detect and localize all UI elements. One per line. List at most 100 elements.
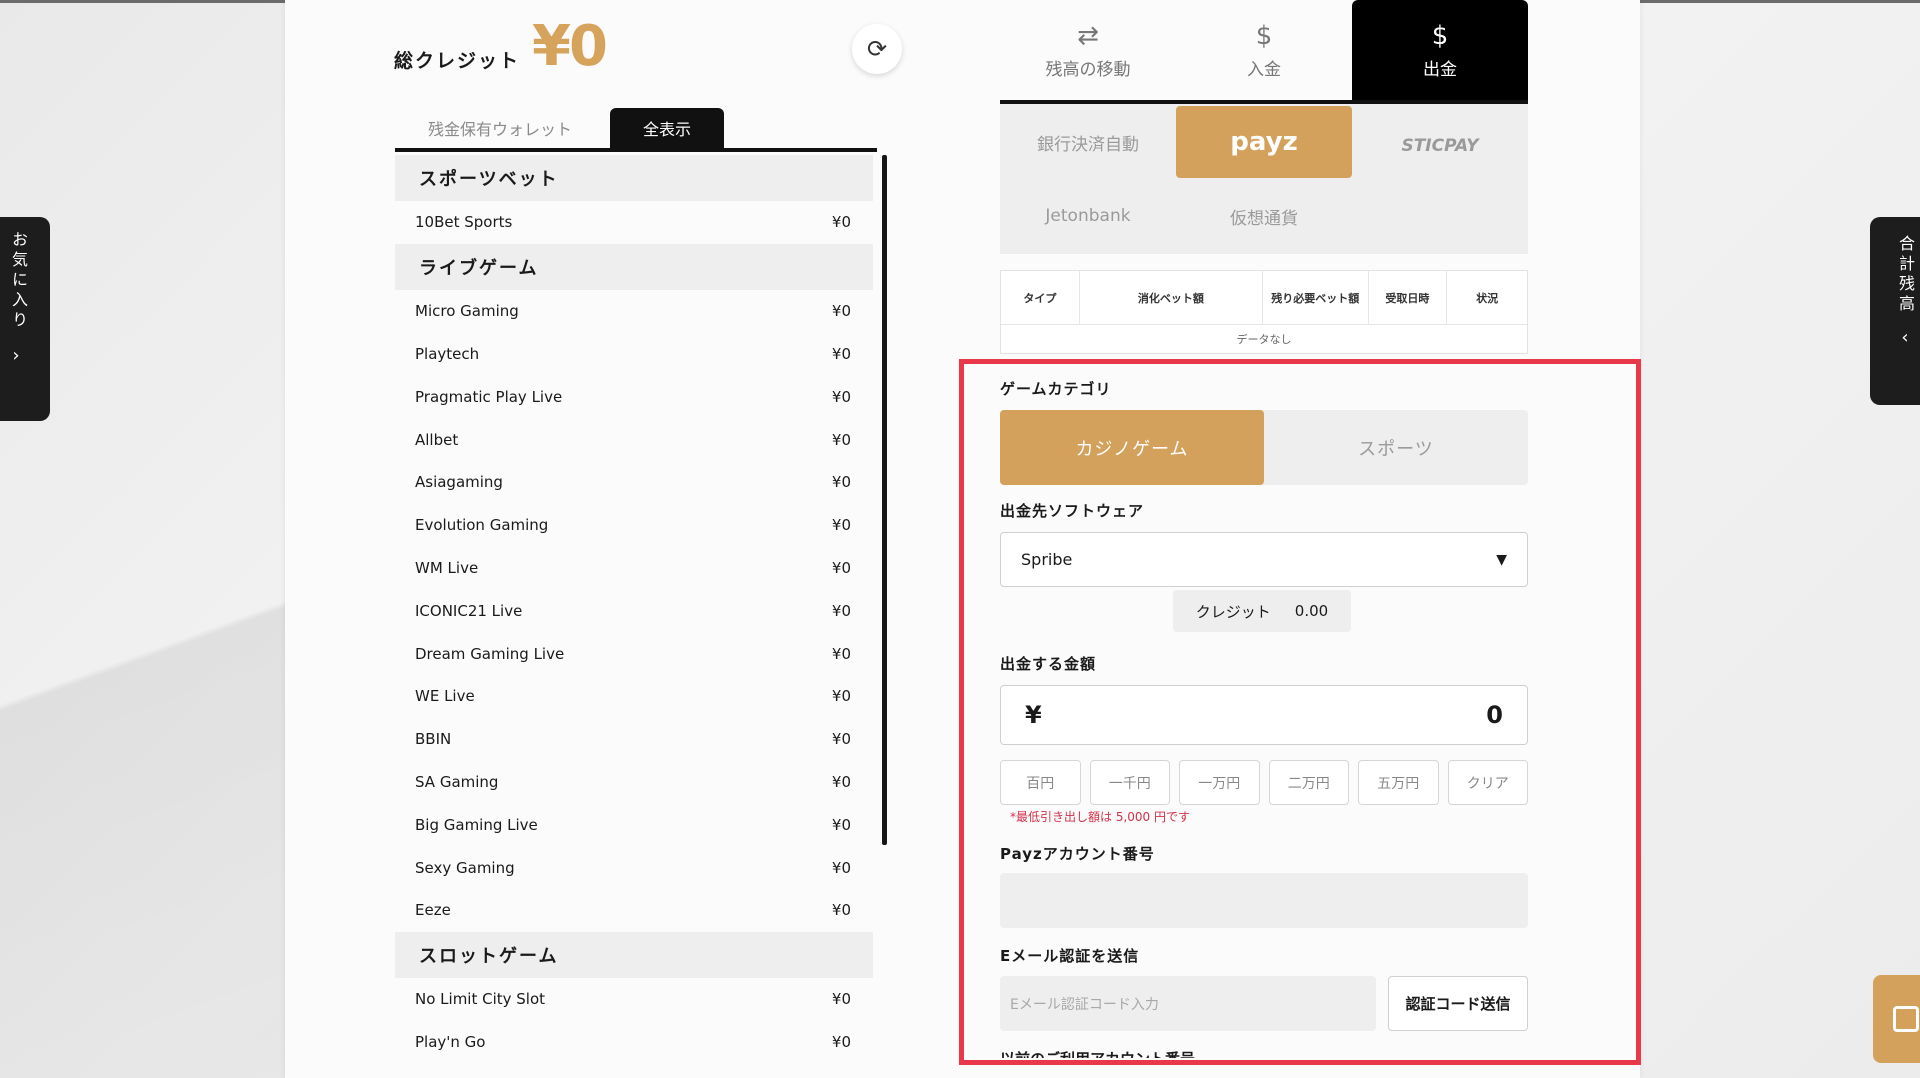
refresh-icon: ⟳ bbox=[866, 35, 888, 63]
provider-balance: ¥0 bbox=[831, 387, 851, 406]
list-item: Big Gaming Live ¥0 bbox=[395, 803, 873, 846]
list-item: BBIN ¥0 bbox=[395, 718, 873, 761]
software-label: 出金先ソフトウェア bbox=[1000, 502, 1145, 520]
list-item: Playtech ¥0 bbox=[395, 333, 873, 376]
provider-balance: ¥0 bbox=[831, 990, 851, 1009]
tab-withdraw[interactable]: $ 出金 bbox=[1352, 0, 1528, 100]
list-item: No Limit City Slot ¥0 bbox=[395, 978, 873, 1021]
total-balance-side-tab-label: 合計残高 bbox=[1896, 235, 1915, 315]
provider-balance: ¥0 bbox=[831, 815, 851, 834]
quick-20000-button[interactable]: 二万円 bbox=[1268, 760, 1349, 805]
provider-name: Asiagaming bbox=[415, 473, 503, 492]
list-item: Play'n Go ¥0 bbox=[395, 1021, 873, 1064]
provider-name: Playtech bbox=[415, 344, 480, 363]
quick-10000-button[interactable]: 一万円 bbox=[1179, 760, 1260, 805]
provider-balance: ¥0 bbox=[831, 558, 851, 577]
software-select-value: Spribe bbox=[1021, 550, 1073, 569]
provider-name: ICONIC21 Live bbox=[415, 601, 523, 620]
provider-balance: ¥0 bbox=[831, 473, 851, 492]
amount-label: 出金する金額 bbox=[1000, 655, 1097, 673]
amount-input[interactable]: ¥ 0 bbox=[1000, 685, 1528, 745]
tab-deposit-label: 入金 bbox=[1247, 59, 1281, 80]
list-item: 10Bet Sports ¥0 bbox=[395, 201, 873, 244]
provider-name: BBIN bbox=[415, 730, 452, 749]
amount-value: 0 bbox=[1486, 701, 1503, 729]
section-header-slots: スロットゲーム bbox=[395, 931, 873, 978]
credit-label: クレジット bbox=[1195, 602, 1271, 621]
list-item: WE Live ¥0 bbox=[395, 675, 873, 718]
provider-balance: ¥0 bbox=[831, 516, 851, 535]
total-credit-label: 総クレジット bbox=[394, 50, 521, 72]
quick-100-button[interactable]: 百円 bbox=[1000, 760, 1081, 805]
clear-button[interactable]: クリア bbox=[1447, 760, 1528, 805]
provider-balance: ¥0 bbox=[831, 772, 851, 791]
section-header-sports: スポーツベット bbox=[395, 155, 873, 201]
tab-withdraw-label: 出金 bbox=[1423, 59, 1457, 80]
list-item: Dream Gaming Live ¥0 bbox=[395, 632, 873, 675]
yen-icon: ¥ bbox=[1025, 701, 1042, 729]
quick-50000-button[interactable]: 五万円 bbox=[1358, 760, 1439, 805]
list-scrollbar[interactable] bbox=[882, 155, 887, 845]
wallet-filter-tabs: 残金保有ウォレット 全表示 bbox=[395, 108, 877, 152]
category-casino-button[interactable]: カジノゲーム bbox=[1000, 410, 1264, 485]
transfer-icon: ⇄ bbox=[1077, 20, 1099, 51]
list-item: ICONIC21 Live ¥0 bbox=[395, 589, 873, 632]
provider-name: WE Live bbox=[415, 687, 475, 706]
provider-name: 10Bet Sports bbox=[415, 213, 513, 232]
provider-balance: ¥0 bbox=[831, 730, 851, 749]
list-item: Sexy Gaming ¥0 bbox=[395, 846, 873, 889]
game-category-label: ゲームカテゴリ bbox=[1000, 380, 1112, 398]
provider-name: Sexy Gaming bbox=[415, 858, 515, 877]
software-credit-display: クレジット 0.00 bbox=[1173, 590, 1351, 632]
software-select[interactable]: Spribe ▼ bbox=[1000, 532, 1528, 587]
method-payz[interactable]: payz bbox=[1176, 106, 1352, 178]
tab-balance-transfer[interactable]: ⇄ 残高の移動 bbox=[1000, 0, 1176, 100]
method-crypto[interactable]: 仮想通貨 bbox=[1176, 180, 1352, 252]
tab-wallets-with-balance[interactable]: 残金保有ウォレット bbox=[395, 108, 605, 148]
chat-icon bbox=[1892, 1006, 1919, 1032]
withdraw-icon: $ bbox=[1431, 20, 1449, 51]
provider-balance: ¥0 bbox=[831, 430, 851, 449]
list-item: Eeze ¥0 bbox=[395, 889, 873, 932]
provider-name: Dream Gaming Live bbox=[415, 644, 565, 663]
tab-deposit[interactable]: $ 入金 bbox=[1176, 0, 1352, 100]
provider-name: SA Gaming bbox=[415, 772, 499, 791]
list-item: Pragmatic Play Live ¥0 bbox=[395, 375, 873, 418]
refresh-button[interactable]: ⟳ bbox=[852, 24, 902, 74]
payment-methods: 銀行決済自動 payz STICPAY Jetonbank 仮想通貨 bbox=[1000, 104, 1528, 254]
section-header-live: ライブゲーム bbox=[395, 243, 873, 290]
tab-show-all[interactable]: 全表示 bbox=[610, 108, 724, 148]
total-balance-side-tab[interactable]: 合計残高 ‹ bbox=[1870, 217, 1920, 405]
quick-1000-button[interactable]: 一千円 bbox=[1089, 760, 1170, 805]
method-bank-auto[interactable]: 銀行決済自動 bbox=[1000, 106, 1176, 178]
provider-name: Evolution Gaming bbox=[415, 516, 549, 535]
provider-balance: ¥0 bbox=[831, 344, 851, 363]
list-item: SA Gaming ¥0 bbox=[395, 761, 873, 804]
quick-amount-buttons: 百円 一千円 一万円 二万円 五万円 クリア bbox=[1000, 760, 1528, 805]
list-item: WM Live ¥0 bbox=[395, 547, 873, 590]
list-item: Micro Gaming ¥0 bbox=[395, 290, 873, 333]
payz-account-input[interactable] bbox=[1000, 873, 1528, 928]
send-code-button[interactable]: 認証コード送信 bbox=[1388, 976, 1528, 1031]
column-header: 受取日時 bbox=[1369, 271, 1448, 324]
chat-button[interactable] bbox=[1873, 975, 1920, 1063]
provider-name: Allbet bbox=[415, 430, 459, 449]
tab-balance-transfer-label: 残高の移動 bbox=[1045, 59, 1131, 80]
chevron-right-icon: › bbox=[12, 345, 20, 366]
game-category-toggle: カジノゲーム スポーツ bbox=[1000, 410, 1528, 485]
category-sports-button[interactable]: スポーツ bbox=[1264, 410, 1528, 485]
provider-name: No Limit City Slot bbox=[415, 990, 546, 1009]
method-sticpay[interactable]: STICPAY bbox=[1352, 110, 1528, 182]
provider-balance: ¥0 bbox=[831, 1032, 851, 1051]
favorites-side-tab[interactable]: お気に入り › bbox=[0, 217, 50, 421]
method-jetonbank[interactable]: Jetonbank bbox=[1000, 180, 1176, 252]
email-code-input[interactable]: Eメール認証コード入力 bbox=[1000, 976, 1376, 1031]
favorites-side-tab-label: お気に入り bbox=[9, 231, 28, 331]
provider-balance: ¥0 bbox=[831, 601, 851, 620]
provider-name: Pragmatic Play Live bbox=[415, 387, 563, 406]
total-credit-value: ¥0 bbox=[532, 14, 608, 79]
email-verify-label: Eメール認証を送信 bbox=[1000, 947, 1140, 965]
list-item: Asiagaming ¥0 bbox=[395, 461, 873, 504]
wallet-list: スポーツベット 10Bet Sports ¥0 ライブゲーム Micro Gami… bbox=[395, 155, 873, 1078]
column-header: 状況 bbox=[1476, 291, 1499, 305]
